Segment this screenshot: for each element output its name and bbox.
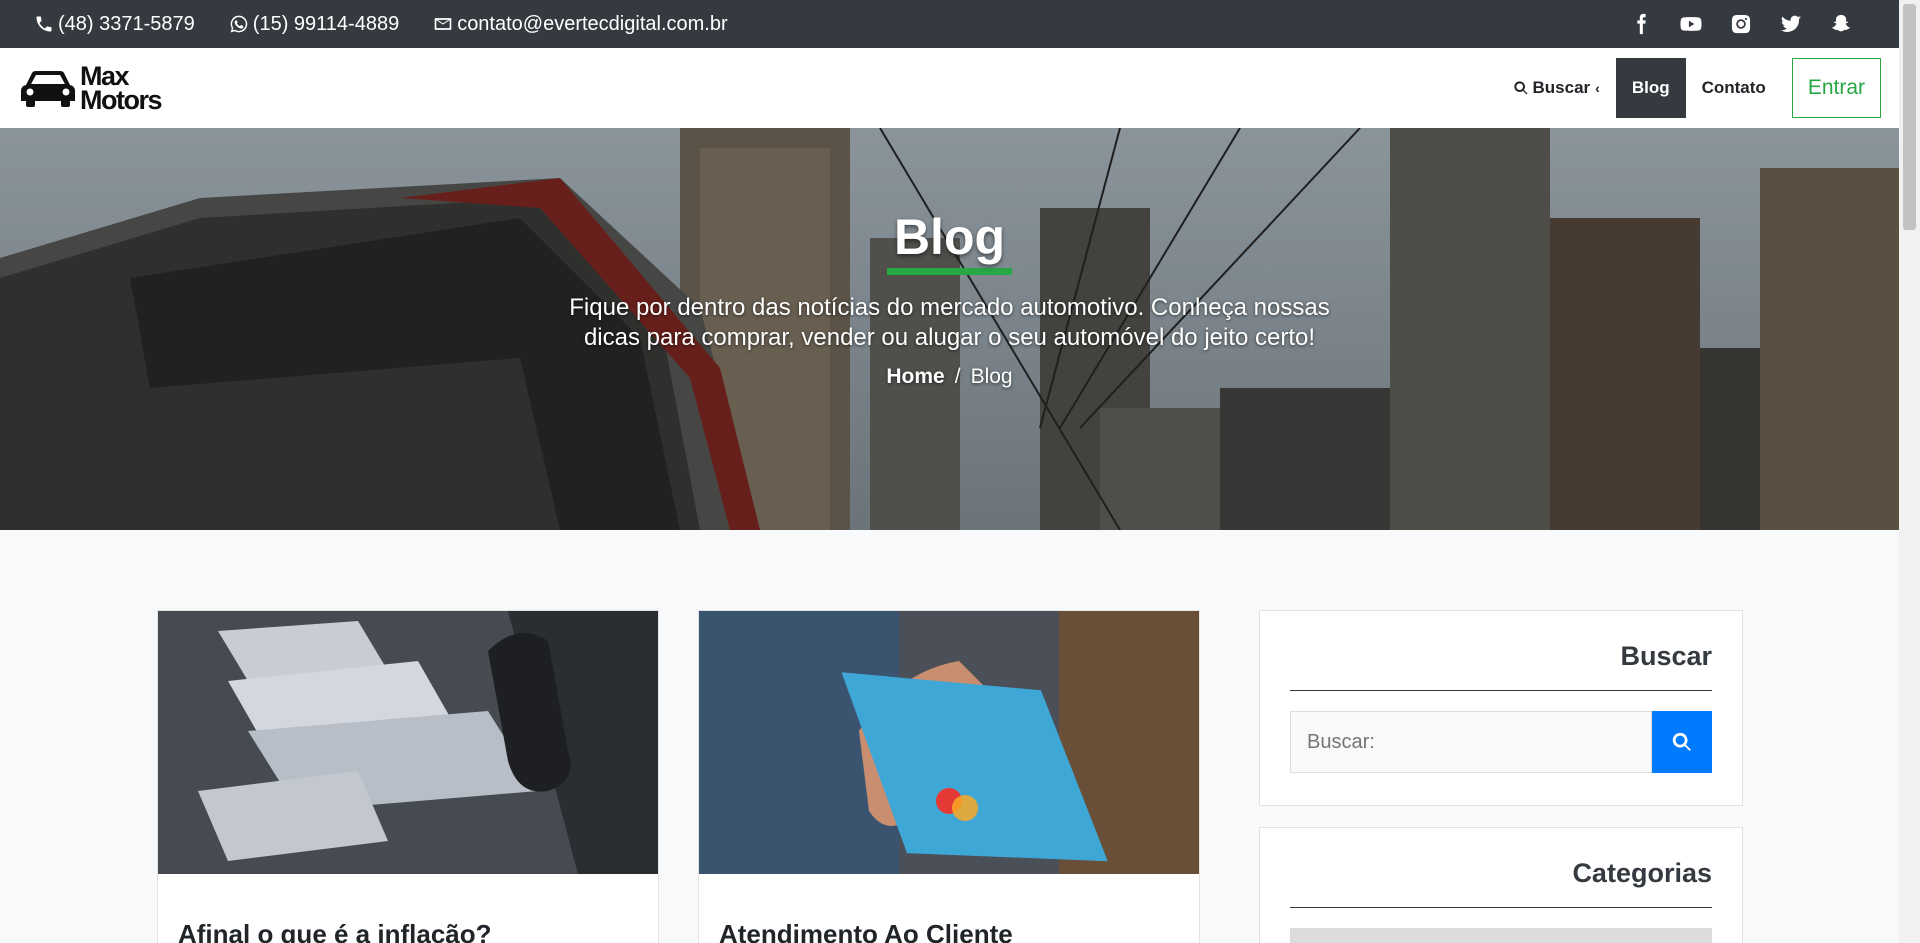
nav-contato[interactable]: Contato <box>1686 58 1782 118</box>
scrollbar-thumb[interactable] <box>1903 4 1916 230</box>
whatsapp-number: (15) 99114-4889 <box>252 12 400 35</box>
twitter-icon[interactable] <box>1777 10 1805 38</box>
post-card[interactable]: Atendimento Ao Cliente <box>698 610 1200 943</box>
top-contact-bar: (48) 3371-5879 (15) 99114-4889 contato@e… <box>0 0 1899 48</box>
nav-blog[interactable]: Blog <box>1615 58 1686 118</box>
logo-line-motors: Motors <box>80 85 163 115</box>
main-navbar: Max Motors Buscar ‹ Blog Contato Entrar <box>0 48 1899 128</box>
page-title: Blog <box>893 209 1006 265</box>
title-underline <box>887 268 1012 275</box>
social-links <box>1627 10 1855 38</box>
snapchat-icon[interactable] <box>1827 10 1855 38</box>
search-form <box>1290 711 1712 773</box>
category-item[interactable] <box>1290 928 1712 943</box>
search-submit-button[interactable] <box>1652 711 1712 773</box>
post-title[interactable]: Afinal o que é a inflação? <box>158 919 658 943</box>
login-button[interactable]: Entrar <box>1791 58 1881 118</box>
instagram-icon[interactable] <box>1727 10 1755 38</box>
post-card[interactable]: Afinal o que é a inflação? <box>157 610 659 943</box>
phone-icon <box>36 16 52 32</box>
nav-menu: Buscar ‹ Blog Contato Entrar <box>1497 48 1881 128</box>
breadcrumb-home-link[interactable]: Home <box>886 365 944 389</box>
whatsapp-icon <box>230 15 248 33</box>
search-widget-title: Buscar <box>1290 641 1712 691</box>
facebook-icon[interactable] <box>1627 10 1655 38</box>
envelope-icon <box>434 18 452 30</box>
post-image-credit-card[interactable] <box>699 611 1199 874</box>
nav-search-label: Buscar <box>1532 78 1591 97</box>
breadcrumb-current: Blog <box>970 365 1013 388</box>
search-icon <box>1513 81 1527 95</box>
breadcrumb-separator: / <box>954 365 961 388</box>
phone-contact[interactable]: (48) 3371-5879 <box>34 13 195 36</box>
post-title[interactable]: Atendimento Ao Cliente <box>699 919 1199 943</box>
nav-search-toggle[interactable]: Buscar ‹ <box>1497 58 1616 118</box>
page-scrollbar[interactable] <box>1899 0 1920 943</box>
hero-banner: Blog Fique por dentro das notícias do me… <box>0 128 1899 530</box>
email-contact[interactable]: contato@evertecdigital.com.br <box>433 12 728 36</box>
chevron-left-icon: ‹ <box>1595 80 1600 96</box>
hero-content: Blog Fique por dentro das notícias do me… <box>0 208 1899 389</box>
search-input[interactable] <box>1290 711 1652 773</box>
categories-widget-title: Categorias <box>1290 858 1712 908</box>
youtube-icon[interactable] <box>1677 10 1705 38</box>
hero-subtitle: Fique por dentro das notícias do mercado… <box>569 294 1330 351</box>
car-icon <box>21 71 75 107</box>
categories-widget: Categorias <box>1259 827 1743 943</box>
breadcrumb: Home / Blog <box>0 365 1899 389</box>
search-icon <box>1672 732 1691 751</box>
post-image-money[interactable] <box>158 611 658 874</box>
email-address: contato@evertecdigital.com.br <box>457 12 728 35</box>
whatsapp-contact[interactable]: (15) 99114-4889 <box>229 13 399 36</box>
phone-number: (48) 3371-5879 <box>58 12 195 35</box>
logo-text: Max Motors <box>80 63 163 115</box>
search-widget: Buscar <box>1259 610 1743 806</box>
max-motors-logo[interactable]: Max Motors <box>18 63 163 115</box>
